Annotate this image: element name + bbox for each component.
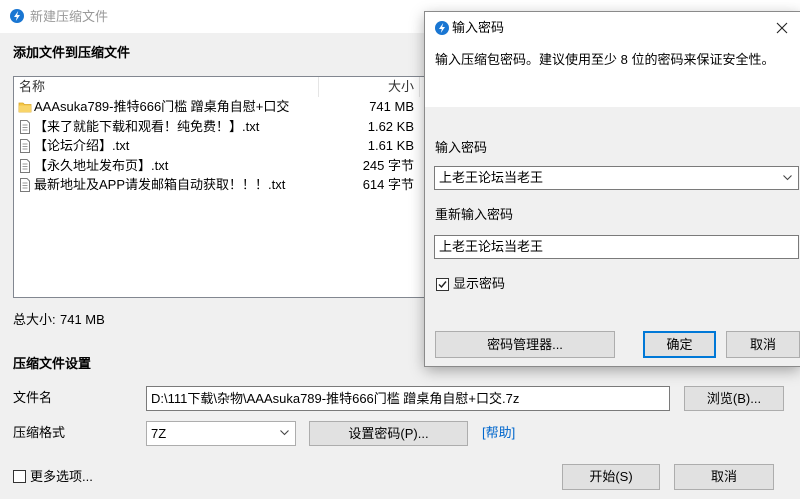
show-password-label[interactable]: 显示密码	[453, 275, 505, 293]
file-name: 【论坛介绍】.txt	[34, 138, 130, 153]
file-size: 245 字节	[362, 157, 414, 173]
file-size: 614 字节	[362, 177, 414, 192]
main-cancel-button[interactable]: 取消	[674, 464, 774, 490]
add-files-section-title: 添加文件到压缩文件	[13, 45, 131, 60]
main-window-title: 新建压缩文件	[30, 9, 109, 24]
chevron-down-icon	[280, 430, 289, 436]
total-size-value: 741 MB	[60, 312, 105, 327]
show-password-checkbox[interactable]	[436, 278, 449, 291]
column-divider[interactable]	[318, 77, 319, 97]
password-label: 输入密码	[435, 140, 488, 155]
file-name: 【永久地址发布页】.txt	[34, 157, 169, 173]
filename-label: 文件名	[13, 390, 53, 405]
text-file-icon	[18, 178, 32, 192]
file-name: 【来了就能下载和观看！纯免费！】.txt	[34, 118, 260, 134]
close-icon[interactable]	[775, 21, 789, 35]
chevron-down-icon[interactable]	[783, 175, 792, 181]
password-manager-button[interactable]: 密码管理器...	[435, 331, 615, 358]
bandizip-app-icon	[10, 9, 24, 23]
ok-button[interactable]: 确定	[643, 331, 716, 358]
more-options-label[interactable]: 更多选项...	[30, 468, 93, 486]
filename-input[interactable]: D:\111下载\杂物\AAAsuka789-推特666门槛 蹭桌角自慰+口交.…	[146, 386, 670, 411]
password-dialog-description: 输入压缩包密码。建议使用至少 8 位的密码来保证安全性。	[435, 52, 775, 67]
confirm-password-label: 重新输入密码	[435, 207, 514, 222]
format-select[interactable]: 7Z	[146, 421, 296, 446]
text-file-icon	[18, 119, 32, 134]
password-combobox[interactable]: 上老王论坛当老王	[434, 166, 799, 190]
dialog-cancel-button[interactable]: 取消	[726, 331, 800, 358]
checkmark-icon	[438, 281, 447, 289]
column-divider[interactable]	[419, 77, 420, 97]
browse-button[interactable]: 浏览(B)...	[684, 386, 784, 411]
file-name: AAAsuka789-推特666门槛 蹭桌角自慰+口交	[34, 99, 290, 114]
total-size-label: 总大小:	[13, 312, 56, 327]
file-name: 最新地址及APP请发邮箱自动获取！！！.txt	[34, 177, 286, 192]
set-password-button[interactable]: 设置密码(P)...	[309, 421, 468, 446]
start-button[interactable]: 开始(S)	[562, 464, 660, 490]
text-file-icon	[18, 158, 32, 173]
file-size: 1.61 KB	[367, 138, 414, 153]
password-value: 上老王论坛当老王	[439, 170, 544, 185]
archive-settings-section-title: 压缩文件设置	[13, 356, 92, 371]
password-dialog[interactable]: 输入密码 输入压缩包密码。建议使用至少 8 位的密码来保证安全性。 输入密码 上…	[425, 12, 800, 366]
text-file-icon	[18, 139, 32, 153]
file-size: 1.62 KB	[367, 118, 414, 134]
help-link[interactable]: [帮助]	[482, 424, 515, 442]
file-size: 741 MB	[369, 99, 414, 114]
format-select-value: 7Z	[151, 426, 167, 441]
folder-icon	[18, 100, 32, 114]
format-label: 压缩格式	[13, 425, 66, 440]
confirm-password-input[interactable]: 上老王论坛当老王	[434, 235, 799, 259]
column-header-name[interactable]: 名称	[19, 77, 45, 97]
password-dialog-title: 输入密码	[452, 20, 505, 35]
column-header-size[interactable]: 大小	[334, 77, 414, 97]
bandizip-app-icon	[435, 21, 449, 35]
more-options-checkbox[interactable]	[13, 470, 26, 483]
